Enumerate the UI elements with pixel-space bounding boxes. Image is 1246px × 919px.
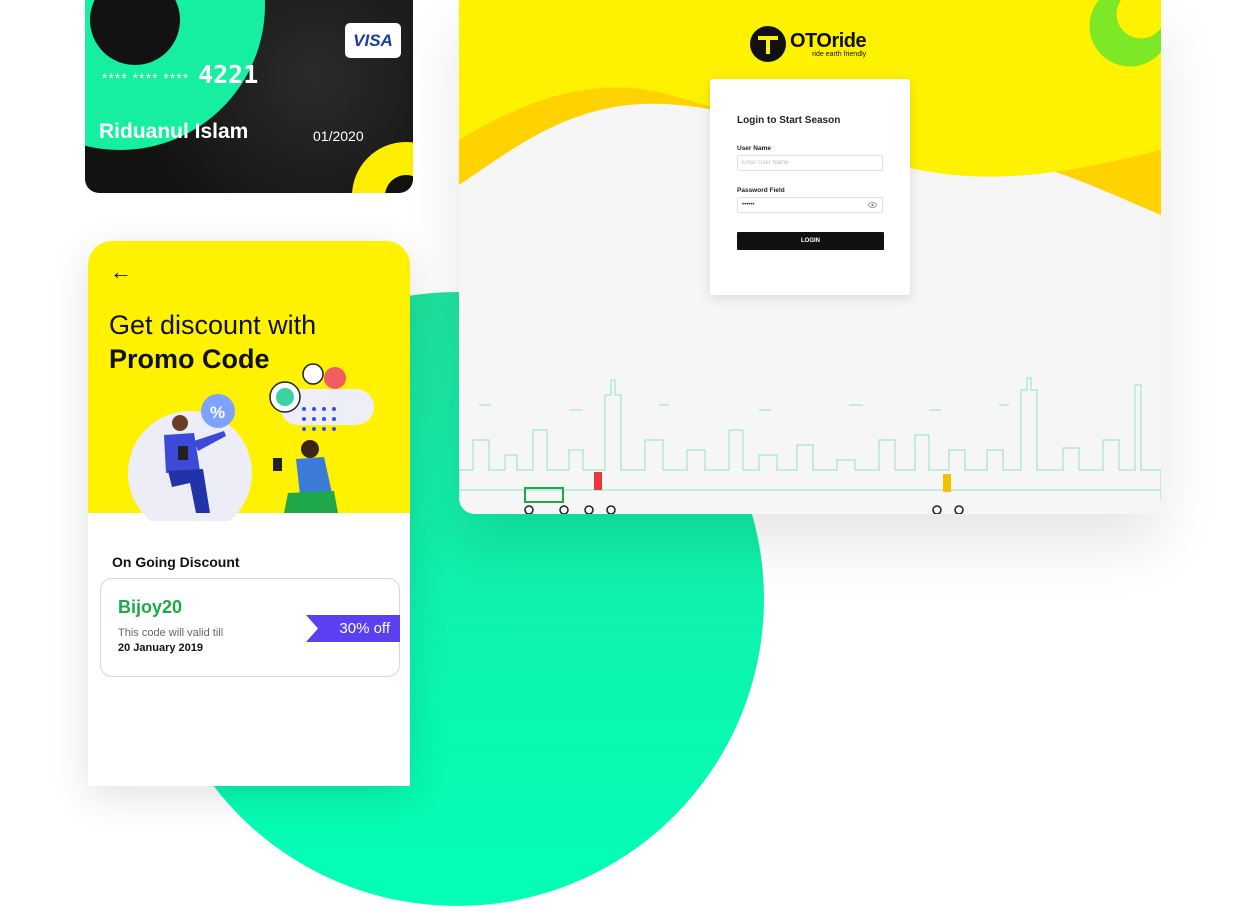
promo-title-line1: Get discount with bbox=[109, 310, 317, 340]
username-label: User Name bbox=[737, 145, 771, 152]
credit-card: VISA **** **** **** 4221 Riduanul Islam … bbox=[85, 0, 413, 193]
eye-icon[interactable] bbox=[868, 202, 877, 208]
card-holder-name: Riduanul Islam bbox=[99, 120, 249, 143]
promo-code-screen: ← Get discount with Promo Code % On Goin… bbox=[88, 241, 410, 786]
promo-header: ← Get discount with Promo Code % bbox=[88, 241, 410, 521]
promo-card[interactable]: Bijoy20 This code will valid till 20 Jan… bbox=[100, 578, 400, 677]
card-number-last4: 4221 bbox=[198, 60, 259, 89]
section-title: On Going Discount bbox=[112, 554, 240, 570]
promo-code: Bijoy20 bbox=[118, 597, 183, 617]
login-button[interactable]: LOGIN bbox=[737, 232, 884, 250]
promo-illustration: % bbox=[128, 363, 374, 521]
card-expiry: 01/2020 bbox=[313, 128, 364, 144]
login-title: Login to Start Season bbox=[737, 115, 841, 126]
login-panel: Login to Start Season User Name Password… bbox=[710, 79, 910, 295]
visa-logo: VISA bbox=[345, 23, 401, 58]
password-label: Password Field bbox=[737, 187, 785, 194]
promo-validity-date: 20 January 2019 bbox=[118, 642, 204, 654]
discount-ribbon: 30% off bbox=[306, 615, 400, 642]
card-number-masked: **** **** **** bbox=[102, 70, 190, 86]
back-arrow-icon[interactable]: ← bbox=[110, 259, 132, 285]
login-screen: OTOride ride earth friendly Login to Sta… bbox=[459, 0, 1161, 514]
card-yellow-decoration bbox=[352, 142, 413, 193]
card-number: **** **** **** 4221 bbox=[102, 60, 258, 89]
username-input[interactable] bbox=[737, 155, 883, 171]
promo-validity-note: This code will valid till bbox=[118, 627, 224, 639]
svg-text:%: % bbox=[210, 403, 225, 422]
brand-name: OTOride bbox=[790, 30, 867, 52]
otoride-logo: OTOride ride earth friendly bbox=[750, 26, 867, 62]
otoride-logo-icon bbox=[750, 26, 786, 62]
password-input[interactable] bbox=[737, 197, 883, 213]
